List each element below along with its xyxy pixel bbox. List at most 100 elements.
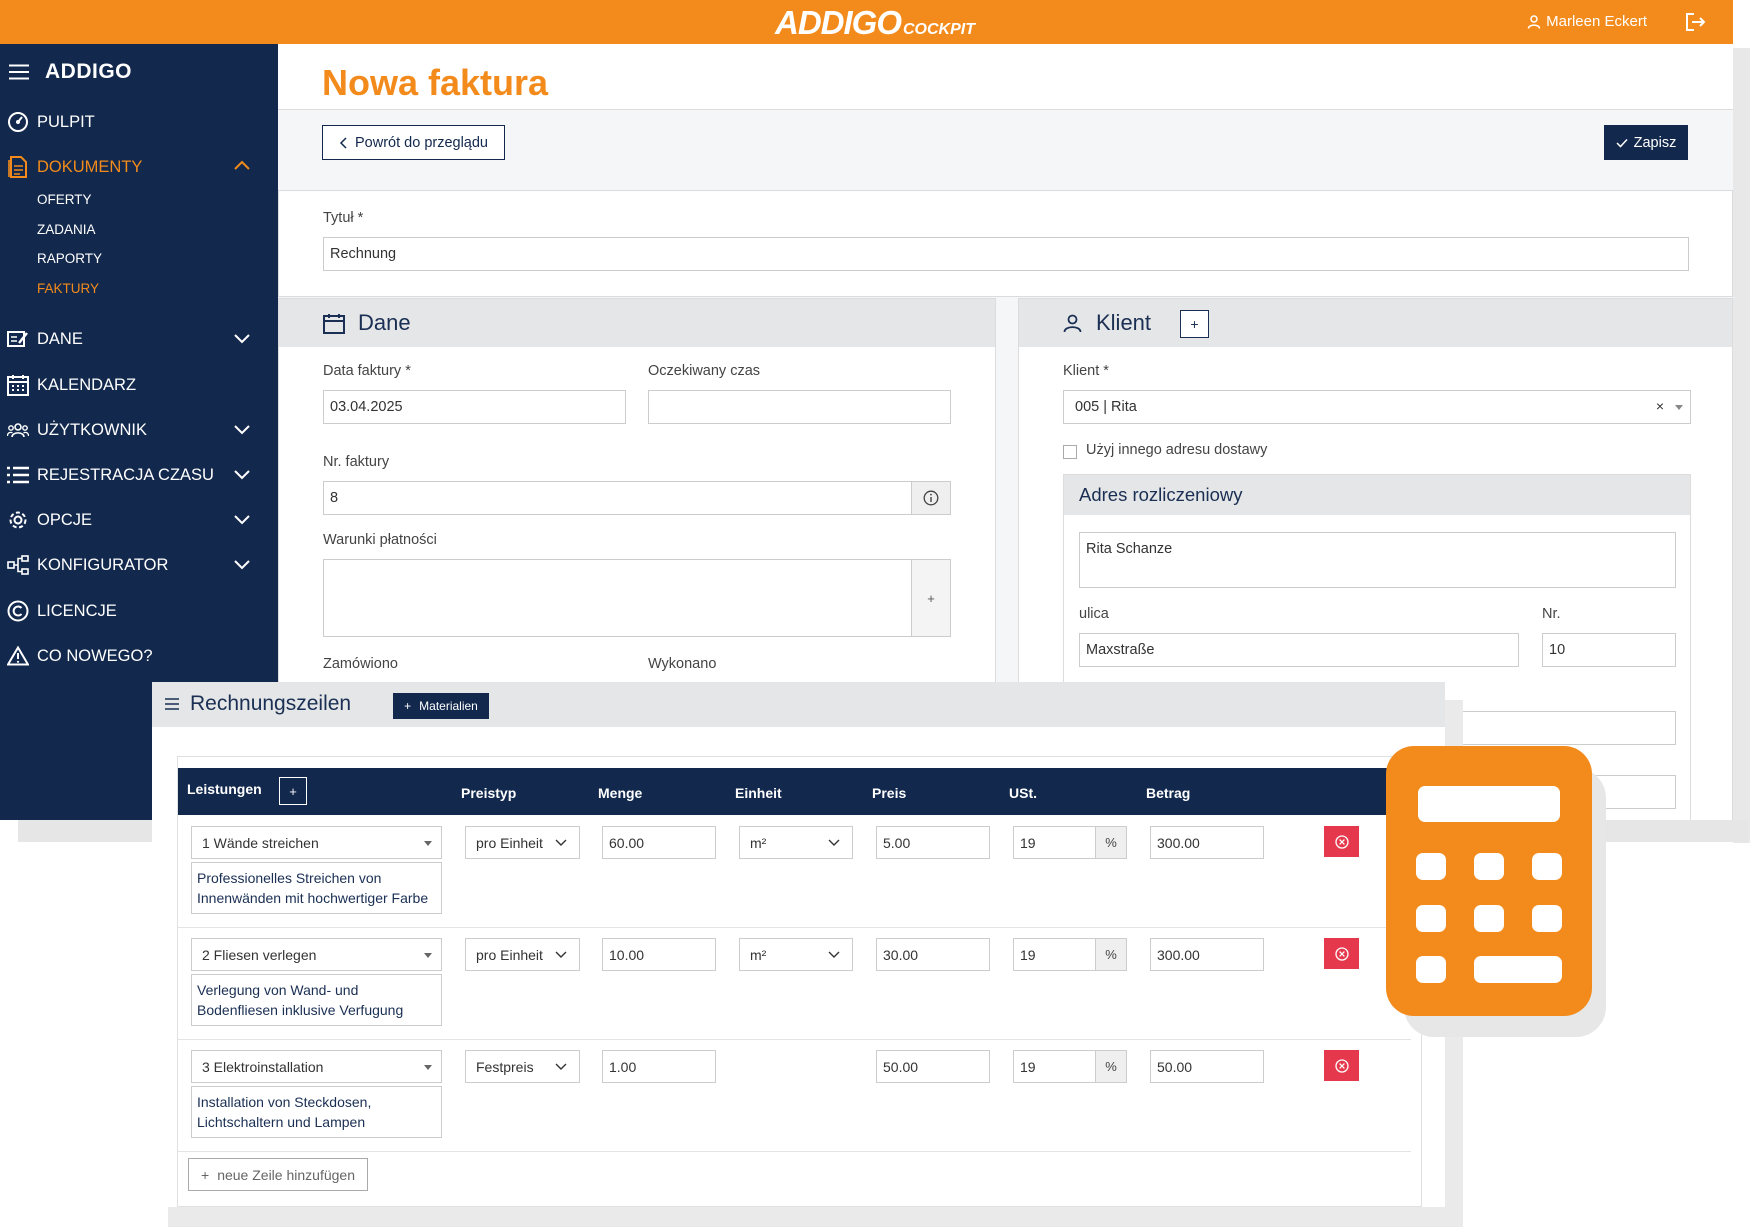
service-select[interactable]: 1 Wände streichen xyxy=(191,826,442,859)
add-materials-button[interactable]: + Materialien xyxy=(393,693,489,719)
invoice-number-info[interactable] xyxy=(911,481,951,515)
vat-unit: % xyxy=(1095,938,1127,971)
chevron-down-icon[interactable] xyxy=(234,467,250,481)
delete-row-button[interactable] xyxy=(1324,1050,1359,1081)
payment-terms-input[interactable] xyxy=(323,559,912,637)
expected-time-input[interactable] xyxy=(648,390,951,424)
chevron-down-icon[interactable] xyxy=(234,512,250,526)
remove-icon xyxy=(1334,1058,1349,1073)
column-quantity: Menge xyxy=(598,785,643,801)
data-edit-icon xyxy=(7,328,29,350)
save-button[interactable]: Zapisz xyxy=(1604,125,1688,160)
vat-input[interactable]: 19 xyxy=(1013,826,1096,859)
hamburger-icon[interactable] xyxy=(9,64,29,80)
page-title: Nowa faktura xyxy=(322,62,549,103)
price-type-select[interactable]: Festpreis xyxy=(465,1050,580,1083)
delete-row-button[interactable] xyxy=(1324,938,1359,969)
invoice-date-label: Data faktury * xyxy=(323,363,411,379)
add-client-button[interactable]: + xyxy=(1180,310,1209,338)
user-menu[interactable]: Marleen Eckert xyxy=(1527,13,1647,30)
unit-select[interactable]: m² xyxy=(739,826,853,859)
vat-unit: % xyxy=(1095,1050,1127,1083)
caret-down-icon[interactable] xyxy=(1675,405,1683,410)
chevron-down-icon[interactable] xyxy=(234,331,250,345)
dane-header: Dane xyxy=(279,299,995,347)
document-icon xyxy=(7,156,29,178)
alt-address-label: Użyj innego adresu dostawy xyxy=(1086,442,1268,458)
sidebar-item-pulpit[interactable]: PULPIT xyxy=(7,110,272,134)
quantity-input[interactable]: 60.00 xyxy=(602,826,716,859)
street-number-input[interactable]: 10 xyxy=(1542,633,1676,667)
sidebar-item-dane[interactable]: DANE xyxy=(7,327,272,351)
invoice-number-input[interactable]: 8 xyxy=(323,481,912,515)
title-input[interactable]: Rechnung xyxy=(323,237,1689,271)
brand-name: ADDIGO xyxy=(45,60,132,83)
vat-input[interactable]: 19 xyxy=(1013,938,1096,971)
copyright-icon xyxy=(7,600,29,622)
back-button[interactable]: Powrót do przeglądu xyxy=(322,125,505,160)
sidebar-subitem-faktury[interactable]: FAKTURY xyxy=(37,281,99,296)
sidebar-item-uzytkownik[interactable]: UŻYTKOWNIK xyxy=(7,418,272,442)
quantity-input[interactable]: 10.00 xyxy=(602,938,716,971)
sidebar-item-rejestracja-czasu[interactable]: REJESTRACJA CZASU xyxy=(7,463,272,487)
chevron-down-icon xyxy=(555,951,567,958)
app-logo[interactable]: ADDIGO COCKPIT xyxy=(775,4,975,42)
street-number-label: Nr. xyxy=(1542,606,1561,622)
unit-select[interactable]: m² xyxy=(739,938,853,971)
users-icon xyxy=(7,419,29,441)
sidebar-subitem-raporty[interactable]: RAPORTY xyxy=(37,251,102,266)
sidebar-subitem-oferty[interactable]: OFERTY xyxy=(37,192,92,207)
chevron-down-icon xyxy=(828,951,840,958)
street-input[interactable]: Maxstraße xyxy=(1079,633,1519,667)
column-services: Leistungen xyxy=(187,781,262,797)
expected-time-label: Oczekiwany czas xyxy=(648,363,761,379)
price-input[interactable]: 50.00 xyxy=(876,1050,990,1083)
client-select[interactable]: 005 | Rita × xyxy=(1063,390,1691,424)
column-amount: Betrag xyxy=(1146,785,1191,801)
title-label: Tytuł * xyxy=(323,210,364,226)
user-icon xyxy=(1527,14,1541,29)
amount-input[interactable]: 300.00 xyxy=(1150,826,1264,859)
clear-icon[interactable]: × xyxy=(1656,398,1664,414)
service-select[interactable]: 3 Elektroinstallation xyxy=(191,1050,442,1083)
price-type-select[interactable]: pro Einheit xyxy=(465,826,580,859)
billing-name-input[interactable]: Rita Schanze xyxy=(1079,532,1676,588)
calendar-icon xyxy=(323,313,345,334)
street-label: ulica xyxy=(1079,606,1109,622)
logout-icon[interactable] xyxy=(1685,12,1707,32)
add-service-button[interactable]: + xyxy=(279,777,307,805)
amount-input[interactable]: 300.00 xyxy=(1150,938,1264,971)
sidebar-item-dokumenty[interactable]: DOKUMENTY xyxy=(7,155,272,179)
chevron-down-icon[interactable] xyxy=(234,557,250,571)
alt-address-checkbox[interactable] xyxy=(1063,445,1077,459)
chevron-up-icon[interactable] xyxy=(234,159,250,173)
quantity-input[interactable]: 1.00 xyxy=(602,1050,716,1083)
invoice-lines-header: Rechnungszeilen + Materialien xyxy=(152,682,1445,727)
column-vat: USt. xyxy=(1009,785,1037,801)
service-description[interactable]: Verlegung von Wand- und Bodenfliesen ink… xyxy=(191,974,442,1026)
price-input[interactable]: 5.00 xyxy=(876,826,990,859)
list-icon xyxy=(7,464,29,486)
invoice-date-input[interactable]: 03.04.2025 xyxy=(323,390,626,424)
klient-header: Klient xyxy=(1019,299,1732,347)
service-description[interactable]: Professionelles Streichen von Innenwände… xyxy=(191,862,442,914)
price-type-select[interactable]: pro Einheit xyxy=(465,938,580,971)
service-description[interactable]: Installation von Steckdosen, Lichtschalt… xyxy=(191,1086,442,1138)
sidebar-item-co-nowego[interactable]: CO NOWEGO? xyxy=(7,644,272,668)
sidebar-item-kalendarz[interactable]: KALENDARZ xyxy=(7,373,272,397)
payment-terms-add-button[interactable]: + xyxy=(911,559,951,637)
chevron-left-icon xyxy=(339,136,347,149)
sidebar-item-licencje[interactable]: LICENCJE xyxy=(7,599,272,623)
add-row-button[interactable]: + neue Zeile hinzufügen xyxy=(188,1158,368,1191)
price-input[interactable]: 30.00 xyxy=(876,938,990,971)
vat-input[interactable]: 19 xyxy=(1013,1050,1096,1083)
sidebar-item-opcje[interactable]: OPCJE xyxy=(7,508,272,532)
amount-input[interactable]: 50.00 xyxy=(1150,1050,1264,1083)
sidebar-subitem-zadania[interactable]: ZADANIA xyxy=(37,222,96,237)
chevron-down-icon[interactable] xyxy=(234,422,250,436)
client-label: Klient * xyxy=(1063,363,1109,379)
sidebar-brand: ADDIGO xyxy=(9,60,132,84)
delete-row-button[interactable] xyxy=(1324,826,1359,857)
sidebar-item-konfigurator[interactable]: KONFIGURATOR xyxy=(7,553,272,577)
service-select[interactable]: 2 Fliesen verlegen xyxy=(191,938,442,971)
